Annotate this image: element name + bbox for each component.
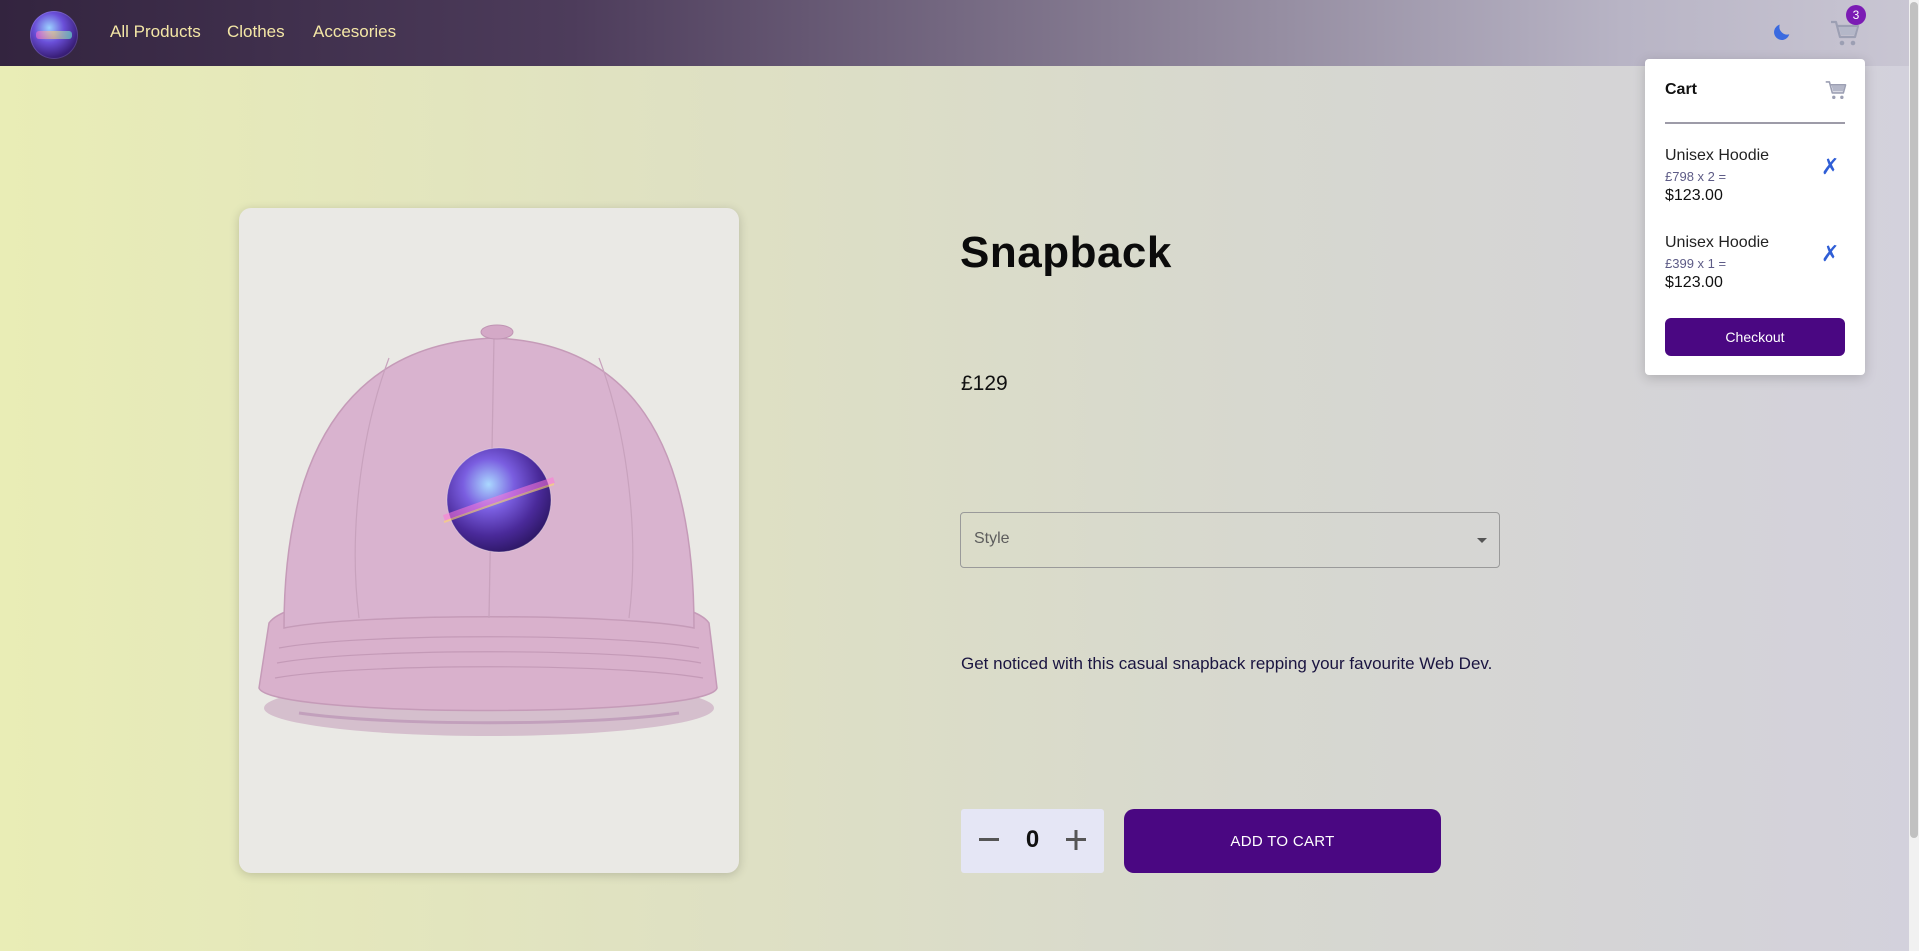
product-description: Get noticed with this casual snapback re… [961, 654, 1493, 673]
add-to-cart-button[interactable]: ADD TO CART [1124, 809, 1441, 873]
cart-item-total: $123.00 [1665, 187, 1723, 204]
remove-item-icon[interactable]: ✗ [1821, 157, 1841, 179]
page-scrollbar[interactable] [1909, 0, 1919, 951]
style-select[interactable]: Style [960, 512, 1500, 568]
snapback-cap-image [258, 324, 718, 736]
cart-item: Unisex Hoodie £798 x 2 = $123.00 ✗ [1665, 147, 1845, 207]
product-title: Snapback [960, 228, 1172, 277]
cart-item-qty: £798 x 2 = [1665, 169, 1727, 184]
quantity-value: 0 [1025, 826, 1040, 853]
remove-item-icon[interactable]: ✗ [1821, 244, 1841, 266]
top-navbar: All Products Clothes Accesories 3 [0, 0, 1909, 66]
style-select-label: Style [974, 530, 1010, 547]
cart-item-name: Unisex Hoodie [1665, 234, 1770, 251]
cart-icon [1825, 81, 1847, 100]
nav-link-clothes[interactable]: Clothes [227, 22, 285, 42]
nav-link-accesories[interactable]: Accesories [313, 22, 396, 42]
cart-item-total: $123.00 [1665, 274, 1723, 291]
cart-item: Unisex Hoodie £399 x 1 = $123.00 ✗ [1665, 234, 1845, 294]
cart-title: Cart [1665, 81, 1698, 98]
cart-item-qty: £399 x 1 = [1665, 256, 1727, 271]
site-logo[interactable] [30, 11, 78, 59]
product-image-card [239, 208, 739, 873]
minus-icon[interactable] [974, 825, 1004, 855]
cart-divider [1665, 122, 1845, 124]
cart-item-name: Unisex Hoodie [1665, 147, 1770, 164]
chevron-down-icon [1477, 538, 1487, 543]
plus-icon[interactable] [1061, 825, 1091, 855]
quantity-stepper: 0 [961, 809, 1104, 873]
moon-icon[interactable] [1771, 21, 1793, 43]
nav-link-all-products[interactable]: All Products [110, 22, 201, 42]
cart-count-badge: 3 [1846, 5, 1866, 25]
cart-dropdown: Cart Unisex Hoodie £798 x 2 = $123.00 ✗ … [1645, 59, 1865, 375]
product-price: £129 [961, 372, 1008, 395]
checkout-button[interactable]: Checkout [1665, 318, 1845, 356]
scrollbar-thumb[interactable] [1910, 2, 1918, 838]
